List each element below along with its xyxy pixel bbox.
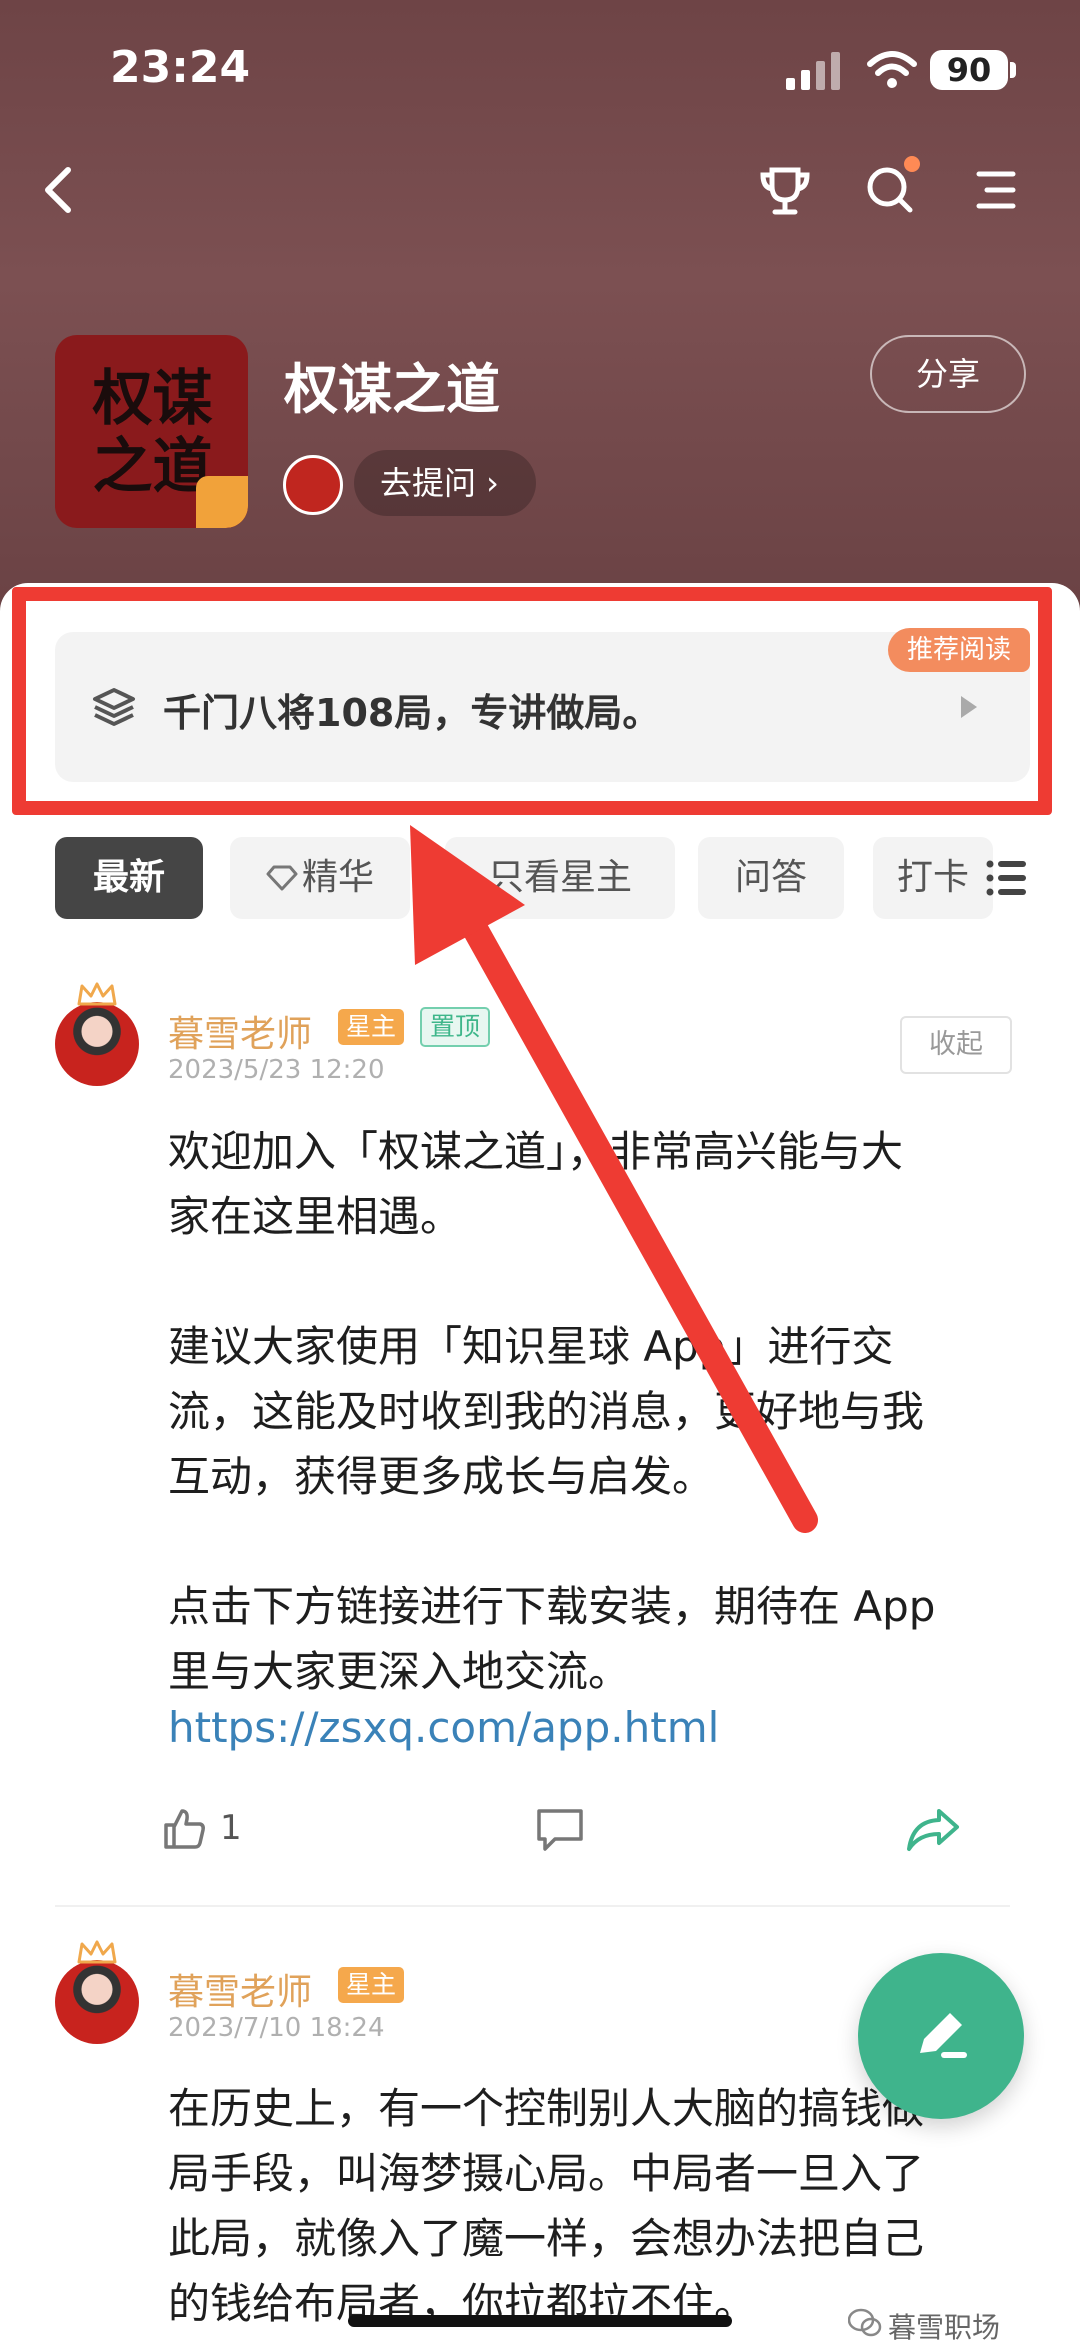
annotation-arrow	[410, 825, 818, 1533]
source-watermark: 暮雪职场	[888, 2311, 1001, 2344]
wechat-icon	[848, 2308, 882, 2337]
home-indicator[interactable]	[348, 2315, 732, 2327]
